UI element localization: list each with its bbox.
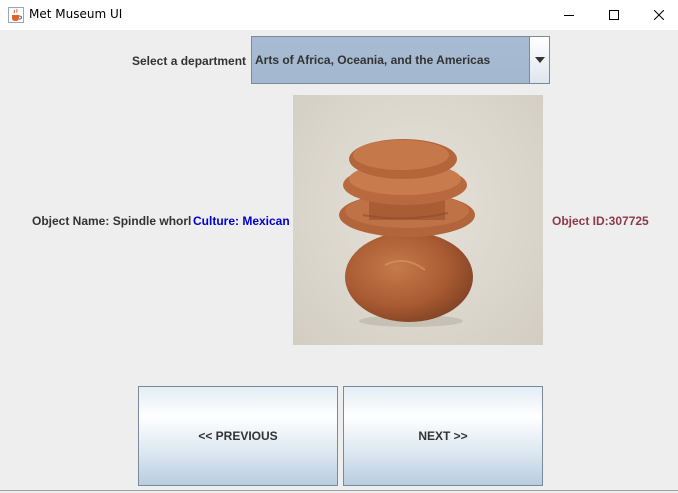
window-bottom-border — [0, 490, 678, 491]
next-button[interactable]: NEXT >> — [343, 386, 543, 486]
object-id-label: Object ID:307725 — [552, 214, 649, 228]
minimize-button[interactable] — [546, 0, 591, 30]
chevron-down-icon — [534, 57, 545, 63]
maximize-button[interactable] — [591, 0, 636, 30]
maximize-icon — [608, 10, 619, 20]
culture-label: Culture: Mexican — [193, 214, 290, 228]
department-select-value: Arts of Africa, Oceania, and the America… — [255, 53, 491, 67]
minimize-icon — [563, 15, 574, 16]
java-cup-icon — [8, 7, 24, 23]
artifact-image — [293, 95, 543, 345]
title-bar: Met Museum UI — [0, 0, 678, 30]
department-label: Select a department — [132, 54, 247, 68]
close-button[interactable] — [636, 0, 678, 30]
previous-button[interactable]: << PREVIOUS — [138, 386, 338, 486]
object-name-label: Object Name: Spindle whorl — [32, 214, 192, 228]
window-title: Met Museum UI — [29, 7, 123, 21]
close-icon — [653, 10, 664, 20]
department-select[interactable]: Arts of Africa, Oceania, and the America… — [251, 36, 550, 84]
dropdown-arrow-button[interactable] — [529, 37, 549, 83]
